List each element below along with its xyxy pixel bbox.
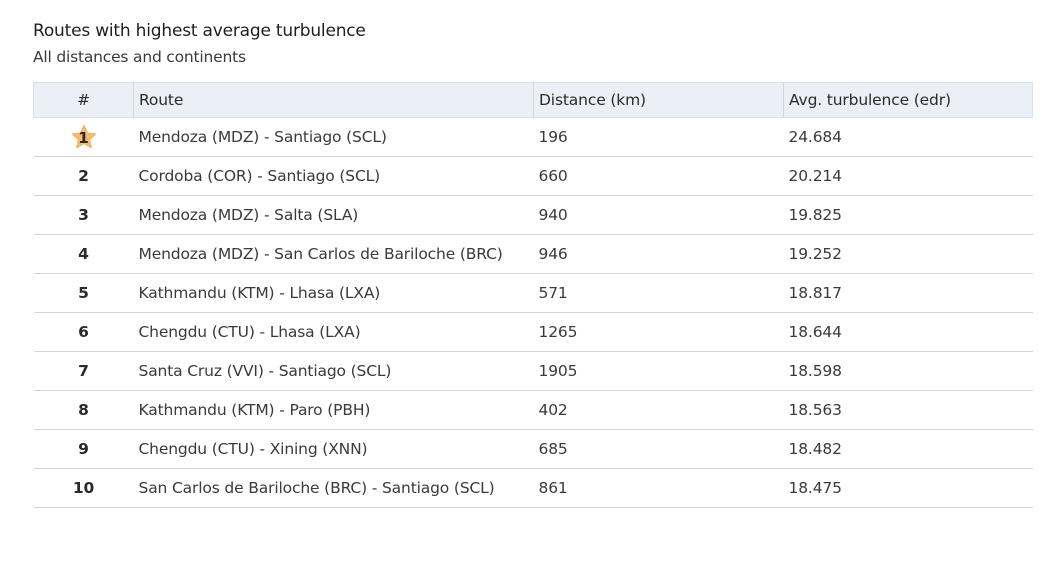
turbulence-cell: 20.214 [783, 156, 1033, 196]
rank-cell: 10 [33, 468, 134, 508]
distance-cell: 940 [533, 195, 784, 235]
table-row: 1 Mendoza (MDZ) - Santiago (SCL) 196 24.… [33, 117, 1033, 157]
turbulence-cell: 18.563 [783, 390, 1033, 430]
route-cell: Chengdu (CTU) - Xining (XNN) [133, 429, 534, 469]
rank-cell: 1 [33, 117, 134, 157]
rank-cell: 2 [33, 156, 134, 196]
page-title: Routes with highest average turbulence [33, 21, 366, 41]
distance-cell: 402 [533, 390, 784, 430]
rank-cell: 4 [33, 234, 134, 274]
rank-cell: 3 [33, 195, 134, 235]
route-cell: Chengdu (CTU) - Lhasa (LXA) [133, 312, 534, 352]
turbulence-cell: 19.825 [783, 195, 1033, 235]
turbulence-cell: 19.252 [783, 234, 1033, 274]
route-cell: Mendoza (MDZ) - Santiago (SCL) [133, 117, 534, 157]
table-row: 3 Mendoza (MDZ) - Salta (SLA) 940 19.825 [33, 195, 1033, 235]
turbulence-cell: 18.598 [783, 351, 1033, 391]
rank-number: 1 [78, 129, 89, 147]
turbulence-table-widget: Routes with highest average turbulence A… [33, 20, 1033, 508]
table-row: 10 San Carlos de Bariloche (BRC) - Santi… [33, 468, 1033, 508]
table-header-row: # Route Distance (km) Avg. turbulence (e… [33, 82, 1033, 118]
distance-cell: 571 [533, 273, 784, 313]
distance-cell: 196 [533, 117, 784, 157]
distance-cell: 1905 [533, 351, 784, 391]
table-row: 6 Chengdu (CTU) - Lhasa (LXA) 1265 18.64… [33, 312, 1033, 352]
table-row: 2 Cordoba (COR) - Santiago (SCL) 660 20.… [33, 156, 1033, 196]
route-cell: Cordoba (COR) - Santiago (SCL) [133, 156, 534, 196]
page-subtitle: All distances and continents [33, 48, 246, 66]
distance-cell: 685 [533, 429, 784, 469]
star-icon: 1 [70, 123, 98, 151]
distance-cell: 861 [533, 468, 784, 508]
rank-cell: 7 [33, 351, 134, 391]
turbulence-cell: 18.817 [783, 273, 1033, 313]
rank-cell: 5 [33, 273, 134, 313]
table-row: 7 Santa Cruz (VVI) - Santiago (SCL) 1905… [33, 351, 1033, 391]
route-cell: Mendoza (MDZ) - San Carlos de Bariloche … [133, 234, 534, 274]
distance-cell: 1265 [533, 312, 784, 352]
rank-cell: 9 [33, 429, 134, 469]
turbulence-cell: 18.482 [783, 429, 1033, 469]
table-row: 5 Kathmandu (KTM) - Lhasa (LXA) 571 18.8… [33, 273, 1033, 313]
turbulence-cell: 24.684 [783, 117, 1033, 157]
column-header-rank[interactable]: # [33, 82, 134, 118]
route-cell: Santa Cruz (VVI) - Santiago (SCL) [133, 351, 534, 391]
route-cell: Mendoza (MDZ) - Salta (SLA) [133, 195, 534, 235]
table-row: 4 Mendoza (MDZ) - San Carlos de Bariloch… [33, 234, 1033, 274]
routes-table: # Route Distance (km) Avg. turbulence (e… [33, 82, 1033, 508]
turbulence-cell: 18.644 [783, 312, 1033, 352]
column-header-turbulence[interactable]: Avg. turbulence (edr) [783, 82, 1033, 118]
turbulence-cell: 18.475 [783, 468, 1033, 508]
route-cell: San Carlos de Bariloche (BRC) - Santiago… [133, 468, 534, 508]
distance-cell: 660 [533, 156, 784, 196]
table-body: 1 Mendoza (MDZ) - Santiago (SCL) 196 24.… [33, 117, 1033, 508]
rank-cell: 8 [33, 390, 134, 430]
table-row: 8 Kathmandu (KTM) - Paro (PBH) 402 18.56… [33, 390, 1033, 430]
column-header-distance[interactable]: Distance (km) [533, 82, 784, 118]
table-header: # Route Distance (km) Avg. turbulence (e… [33, 82, 1033, 118]
distance-cell: 946 [533, 234, 784, 274]
rank-cell: 6 [33, 312, 134, 352]
route-cell: Kathmandu (KTM) - Paro (PBH) [133, 390, 534, 430]
route-cell: Kathmandu (KTM) - Lhasa (LXA) [133, 273, 534, 313]
column-header-route[interactable]: Route [133, 82, 534, 118]
table-row: 9 Chengdu (CTU) - Xining (XNN) 685 18.48… [33, 429, 1033, 469]
